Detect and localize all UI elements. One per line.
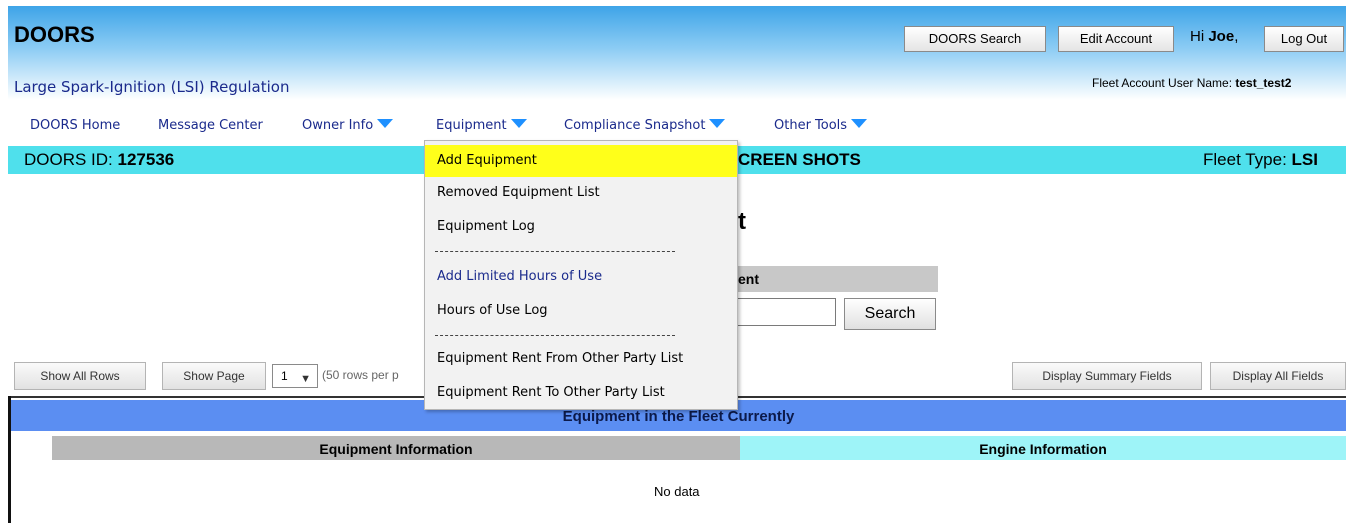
- search-button[interactable]: Search: [844, 298, 936, 330]
- dropdown-arrow-icon: [510, 119, 527, 128]
- menu-separator: [435, 335, 675, 336]
- show-all-rows-button[interactable]: Show All Rows: [14, 362, 146, 390]
- nav-equipment[interactable]: Equipment: [436, 118, 527, 133]
- app-title: DOORS: [14, 22, 95, 47]
- fleet-account-user: Fleet Account User Name: test_test2: [1092, 76, 1292, 90]
- nav-other-tools[interactable]: Other Tools: [774, 118, 868, 133]
- menu-separator: [435, 251, 675, 252]
- nav-owner-info[interactable]: Owner Info: [302, 118, 394, 133]
- equipment-info-header: Equipment Information: [52, 436, 740, 460]
- nav-compliance-snapshot[interactable]: Compliance Snapshot: [564, 118, 726, 133]
- fleet-name: CREEN SHOTS: [738, 150, 861, 169]
- nav-doors-home[interactable]: DOORS Home: [30, 118, 120, 133]
- menu-item-equipment-log[interactable]: Equipment Log: [425, 211, 737, 243]
- page-select[interactable]: 1 ▼: [272, 364, 318, 388]
- menu-item-add-limited-hours[interactable]: Add Limited Hours of Use: [425, 261, 737, 293]
- user-greeting: Hi Joe,: [1190, 28, 1239, 45]
- equipment-dropdown-menu: Add Equipment Removed Equipment List Equ…: [424, 140, 738, 410]
- menu-item-add-equipment[interactable]: Add Equipment: [425, 145, 737, 177]
- dropdown-arrow-icon: [377, 119, 394, 128]
- empty-table-message: No data: [654, 484, 700, 499]
- fleet-type-value: LSI: [1291, 150, 1318, 169]
- log-out-button[interactable]: Log Out: [1264, 26, 1344, 52]
- regulation-subtitle: Large Spark-Ignition (LSI) Regulation: [14, 78, 290, 96]
- dropdown-arrow-icon: [709, 119, 726, 128]
- show-page-button[interactable]: Show Page: [162, 362, 266, 390]
- nav-message-center[interactable]: Message Center: [158, 118, 263, 133]
- engine-info-header: Engine Information: [740, 436, 1346, 460]
- page-title: t: [738, 208, 746, 235]
- fleet-type: Fleet Type: LSI: [1203, 150, 1318, 169]
- fleet-user-value: test_test2: [1235, 76, 1292, 90]
- menu-item-rent-from-other-party[interactable]: Equipment Rent From Other Party List: [425, 343, 737, 375]
- rows-per-page-note: (50 rows per p: [322, 368, 399, 382]
- edit-account-button[interactable]: Edit Account: [1058, 26, 1174, 52]
- menu-item-hours-of-use-log[interactable]: Hours of Use Log: [425, 295, 737, 327]
- menu-item-removed-equipment-list[interactable]: Removed Equipment List: [425, 177, 737, 209]
- menu-item-rent-to-other-party[interactable]: Equipment Rent To Other Party List: [425, 377, 737, 409]
- doors-search-button[interactable]: DOORS Search: [904, 26, 1046, 52]
- dropdown-arrow-icon: [851, 119, 868, 128]
- display-all-fields-button[interactable]: Display All Fields: [1210, 362, 1346, 390]
- doors-id-value: 127536: [117, 150, 175, 169]
- user-name: Joe: [1208, 28, 1235, 45]
- chevron-down-icon: ▼: [300, 373, 311, 385]
- doors-id: DOORS ID: 127536: [24, 150, 175, 169]
- display-summary-fields-button[interactable]: Display Summary Fields: [1012, 362, 1202, 390]
